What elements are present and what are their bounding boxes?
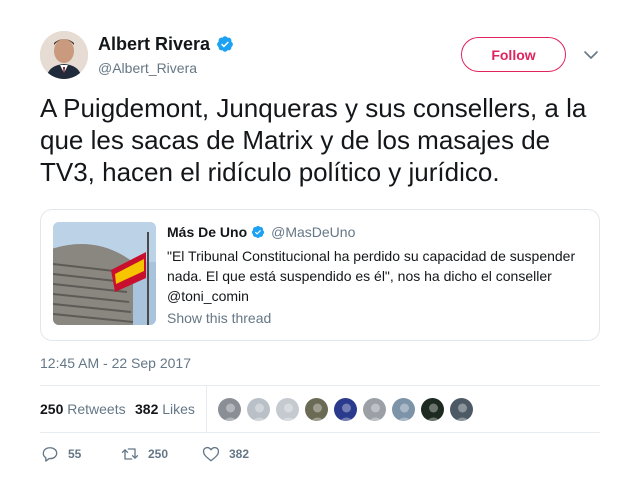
liker-avatar[interactable]	[333, 397, 358, 422]
verified-badge-icon	[252, 225, 265, 239]
reply-count: 55	[68, 447, 82, 461]
author-handle[interactable]: @Albert_Rivera	[98, 60, 234, 76]
retweets-label: Retweets	[67, 401, 126, 417]
engagement-stats: 250 Retweets 382 Likes	[40, 385, 600, 433]
retweet-count: 250	[148, 447, 169, 461]
retweets-stat[interactable]: 250 Retweets	[40, 401, 126, 417]
like-count: 382	[229, 447, 250, 461]
liker-avatar[interactable]	[304, 397, 329, 422]
retweet-action[interactable]: 250	[120, 444, 168, 464]
heart-icon	[202, 446, 220, 462]
reply-action[interactable]: 55	[40, 444, 81, 464]
quoted-tweet-card[interactable]: Más De Uno @MasDeUno "El Tribunal Consti…	[40, 209, 600, 341]
like-action[interactable]: 382	[201, 444, 249, 464]
quoted-handle[interactable]: @MasDeUno	[271, 224, 355, 240]
reply-icon	[42, 447, 58, 462]
chevron-down-icon[interactable]	[583, 47, 599, 63]
retweets-count: 250	[40, 401, 64, 417]
liker-avatar[interactable]	[420, 397, 445, 422]
quoted-tweet-image[interactable]	[53, 222, 156, 325]
author-display-name[interactable]: Albert Rivera	[98, 33, 210, 55]
liker-avatar[interactable]	[391, 397, 416, 422]
tweet-actions: 55 250 382	[40, 444, 340, 464]
liker-avatar[interactable]	[217, 397, 242, 422]
likes-label: Likes	[162, 401, 195, 417]
follow-button[interactable]: Follow	[461, 37, 566, 72]
quoted-tweet-text: "El Tribunal Constitucional ha perdido s…	[167, 248, 576, 304]
liker-avatar[interactable]	[246, 397, 271, 422]
retweet-icon	[121, 448, 139, 460]
tweet-header: Albert Rivera @Albert_Rivera Follow	[40, 31, 600, 79]
verified-badge-icon	[217, 36, 233, 52]
author-avatar[interactable]	[40, 31, 88, 79]
likes-stat[interactable]: 382 Likes	[135, 401, 195, 417]
liker-avatar[interactable]	[449, 397, 474, 422]
stats-divider	[206, 386, 207, 433]
show-thread-link[interactable]: Show this thread	[167, 310, 271, 326]
quoted-display-name[interactable]: Más De Uno	[167, 224, 247, 240]
tweet-text: A Puigdemont, Junqueras y sus consellers…	[40, 93, 587, 187]
liker-avatar[interactable]	[275, 397, 300, 422]
liker-avatar[interactable]	[362, 397, 387, 422]
liker-avatars	[217, 397, 478, 422]
likes-count: 382	[135, 401, 159, 417]
tweet-timestamp[interactable]: 12:45 AM - 22 Sep 2017	[40, 355, 191, 371]
